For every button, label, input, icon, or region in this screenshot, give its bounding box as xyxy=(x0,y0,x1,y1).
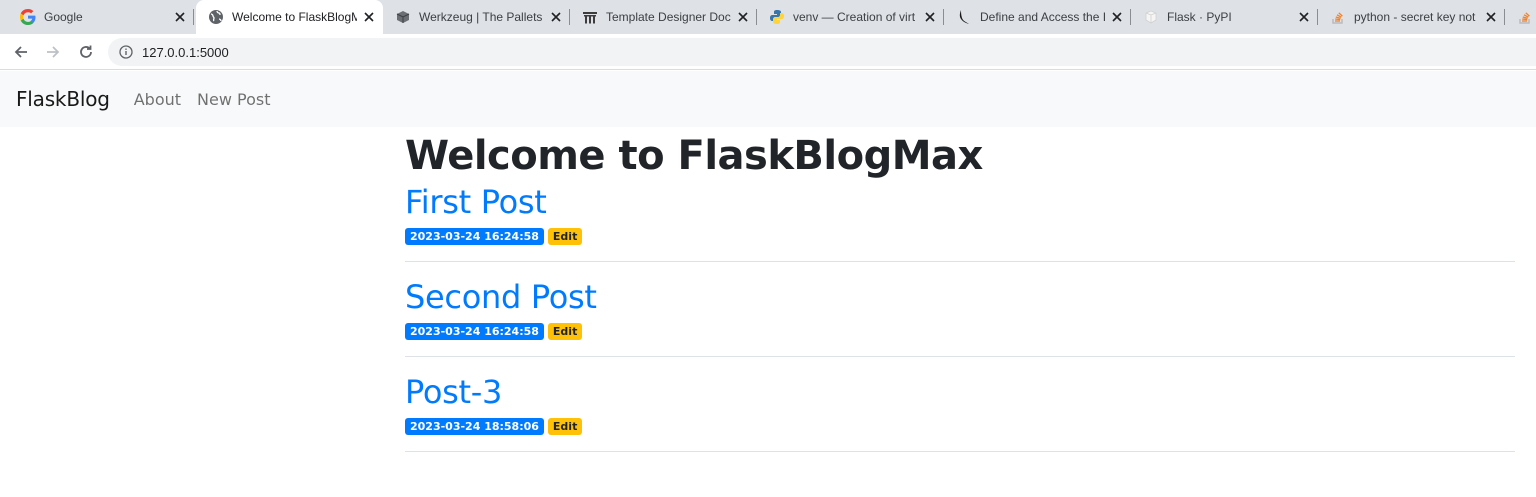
close-icon[interactable] xyxy=(548,9,564,25)
navbar-brand[interactable]: FlaskBlog xyxy=(16,87,110,111)
pypi-icon xyxy=(1143,9,1159,25)
post-date-badge: 2023-03-24 18:58:06 xyxy=(405,418,544,435)
post-meta: 2023-03-24 16:24:58 Edit xyxy=(405,228,1515,245)
nav-link-new-post[interactable]: New Post xyxy=(197,90,270,109)
browser-tab-active[interactable]: Welcome to FlaskBlogM xyxy=(196,0,383,34)
forward-button[interactable] xyxy=(40,39,66,65)
post-date-badge: 2023-03-24 16:24:58 xyxy=(405,323,544,340)
browser-tab[interactable]: Template Designer Doc xyxy=(570,0,757,34)
python-icon xyxy=(769,9,785,25)
google-icon xyxy=(20,9,36,25)
reload-button[interactable] xyxy=(73,39,99,65)
browser-tab[interactable]: Google xyxy=(8,0,194,34)
browser-tab[interactable]: Define and Access the I xyxy=(944,0,1131,34)
tab-title: venv — Creation of virt xyxy=(793,10,916,24)
close-icon[interactable] xyxy=(922,9,938,25)
tab-title: Welcome to FlaskBlogM xyxy=(232,10,357,24)
tab-title: Google xyxy=(44,10,83,24)
close-icon[interactable] xyxy=(735,9,751,25)
close-icon[interactable] xyxy=(172,9,188,25)
page-title: Welcome to FlaskBlogMax xyxy=(405,133,983,179)
browser-toolbar: 127.0.0.1:5000 xyxy=(0,34,1536,70)
edit-post-button[interactable]: Edit xyxy=(547,323,583,340)
post-meta: 2023-03-24 16:24:58 Edit xyxy=(405,323,1515,340)
browser-tab[interactable]: Werkzeug | The Pallets xyxy=(383,0,570,34)
main-content: Welcome to FlaskBlogMax First Post 2023-… xyxy=(405,127,1515,467)
tab-title: Define and Access the I xyxy=(980,10,1105,24)
browser-tab-partial[interactable] xyxy=(1505,0,1536,34)
url-text: 127.0.0.1:5000 xyxy=(142,44,229,60)
tab-title: Flask · PyPI xyxy=(1167,10,1232,24)
browser-tab[interactable]: Flask · PyPI xyxy=(1131,0,1318,34)
post-title-link[interactable]: Post-3 xyxy=(405,372,1515,412)
werkzeug-icon xyxy=(395,9,411,25)
close-icon[interactable] xyxy=(1296,9,1312,25)
web-page: FlaskBlog About New Post Welcome to Flas… xyxy=(0,71,1536,497)
arrow-right-icon xyxy=(47,46,60,58)
tab-title: Werkzeug | The Pallets xyxy=(419,10,543,24)
tab-title: Template Designer Doc xyxy=(606,10,731,24)
tabstrip-edge xyxy=(0,0,8,34)
tab-title: python - secret key not xyxy=(1354,10,1476,24)
back-button[interactable] xyxy=(8,39,34,65)
post-title-link[interactable]: Second Post xyxy=(405,277,1515,317)
post-title-link[interactable]: First Post xyxy=(405,182,1515,222)
post-item: First Post 2023-03-24 16:24:58 Edit xyxy=(405,182,1515,262)
browser-tabstrip: Google Welcome to FlaskBlogM Werkzeug | … xyxy=(0,0,1536,34)
close-icon[interactable] xyxy=(1483,9,1499,25)
site-navbar: FlaskBlog About New Post xyxy=(0,71,1536,127)
edit-post-button[interactable]: Edit xyxy=(547,228,583,245)
arrow-left-icon xyxy=(14,46,27,58)
stackoverflow-icon xyxy=(1330,9,1346,25)
browser-tab[interactable]: python - secret key not xyxy=(1318,0,1505,34)
jinja-icon xyxy=(582,9,598,25)
info-icon[interactable] xyxy=(118,44,134,60)
post-meta: 2023-03-24 18:58:06 Edit xyxy=(405,418,1515,435)
edit-post-button[interactable]: Edit xyxy=(547,418,583,435)
nav-link-about[interactable]: About xyxy=(134,90,181,109)
flask-icon xyxy=(956,9,972,25)
browser-tab[interactable]: venv — Creation of virt xyxy=(757,0,944,34)
post-item: Second Post 2023-03-24 16:24:58 Edit xyxy=(405,277,1515,357)
globe-icon xyxy=(208,9,224,25)
reload-icon xyxy=(80,45,92,58)
stackoverflow-icon xyxy=(1517,9,1533,25)
address-bar[interactable]: 127.0.0.1:5000 xyxy=(108,38,1536,66)
post-item: Post-3 2023-03-24 18:58:06 Edit xyxy=(405,372,1515,452)
close-icon[interactable] xyxy=(361,9,377,25)
tab-separator xyxy=(193,9,194,25)
close-icon[interactable] xyxy=(1109,9,1125,25)
post-date-badge: 2023-03-24 16:24:58 xyxy=(405,228,544,245)
